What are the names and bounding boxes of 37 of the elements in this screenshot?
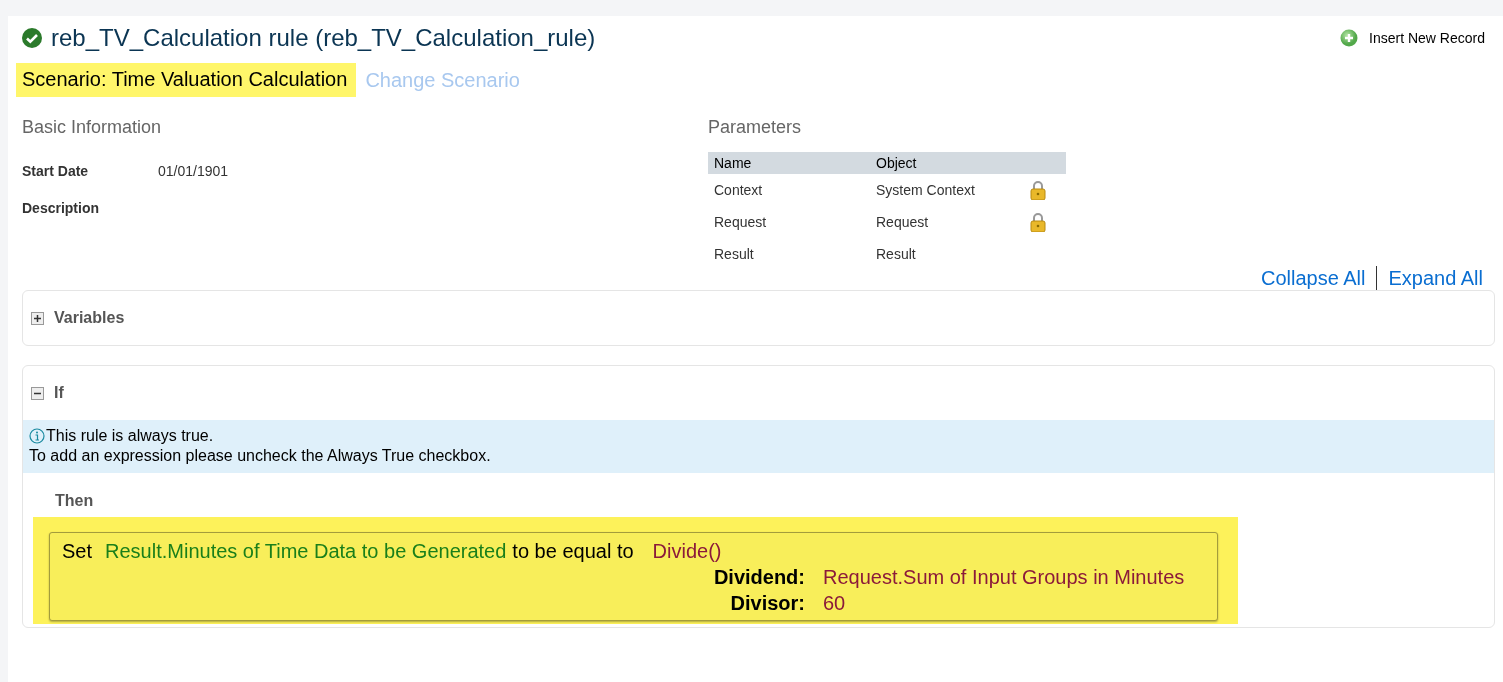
- column-header: Object: [870, 152, 1024, 174]
- table-cell: System Context: [870, 174, 1024, 206]
- column-header: Name: [708, 152, 870, 174]
- lock-icon: [1030, 212, 1046, 232]
- expand-collapse-toggle[interactable]: [31, 386, 44, 400]
- target-field: Result.Minutes of Time Data to be Generated: [105, 538, 507, 564]
- table-cell-text: Result: [713, 245, 755, 264]
- section-heading: Parameters: [708, 117, 803, 138]
- table-cell: Context: [708, 174, 870, 206]
- collapse-all-link[interactable]: Collapse All: [1260, 266, 1366, 290]
- argument-value: 60: [823, 591, 847, 616]
- scenario-label: Scenario: Time Valuation Calculation: [16, 63, 357, 97]
- info-icon: [29, 428, 45, 444]
- argument-label: Dividend:: [712, 565, 805, 590]
- info-text: To add an expression please uncheck the Always True checkbox.: [29, 446, 492, 466]
- argument-value: Request.Sum of Input Groups in Minutes: [823, 565, 1186, 590]
- insert-record-button[interactable]: Insert New Record: [1340, 29, 1485, 47]
- info-text: This rule is always true.: [46, 426, 214, 446]
- section-title: If: [54, 384, 64, 402]
- field-label: Description: [22, 200, 100, 218]
- section-heading: Basic Information: [22, 117, 163, 138]
- table-cell-text: Request: [875, 213, 930, 232]
- then-label: Then: [54, 491, 95, 511]
- table-cell-text: Result: [875, 245, 917, 264]
- field-value: 01/01/1901: [158, 163, 229, 181]
- plus-circle-icon: [1340, 29, 1359, 47]
- argument-label: Divisor:: [729, 591, 805, 616]
- rule-title: reb_TV_Calculation rule (reb_TV_Calculation_rule): [51, 24, 596, 52]
- expand-collapse-toggle[interactable]: [31, 311, 44, 325]
- connector-text: to be equal to: [512, 539, 634, 564]
- function-name: Divide(): [652, 539, 722, 564]
- action-verb: Set: [62, 539, 93, 564]
- lock-icon: [1030, 180, 1046, 200]
- table-cell-text: Request: [713, 213, 768, 232]
- section-title: Variables: [54, 309, 125, 327]
- expand-all-link[interactable]: Expand All: [1388, 266, 1483, 290]
- field-label: Start Date: [22, 163, 90, 181]
